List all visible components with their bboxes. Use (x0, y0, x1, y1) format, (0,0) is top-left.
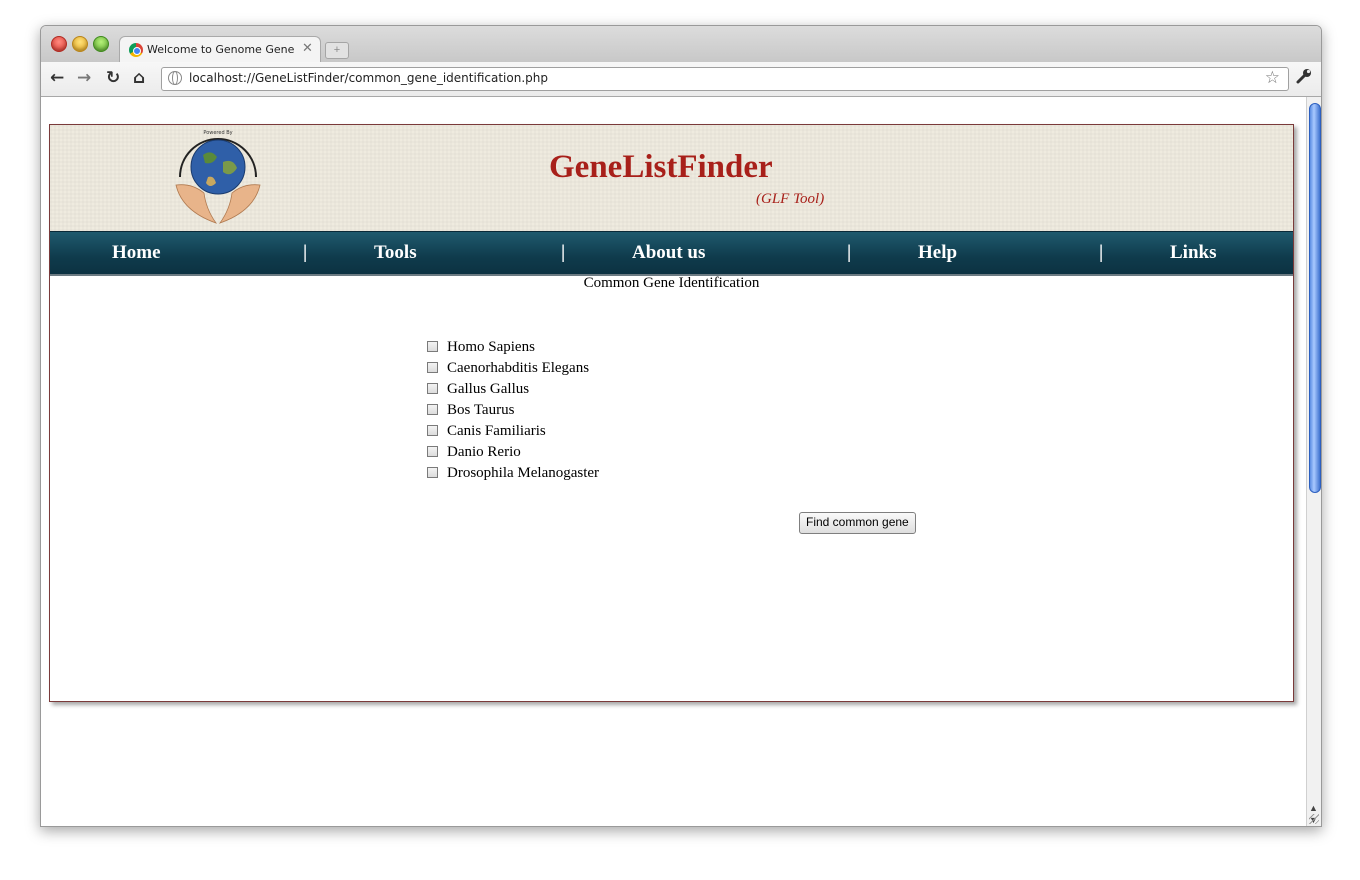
species-label: Gallus Gallus (447, 381, 530, 397)
species-label: Caenorhabditis Elegans (447, 360, 590, 376)
species-checkbox[interactable] (427, 404, 438, 415)
main-menu: Home | Tools | About us | Help | Links (50, 231, 1293, 276)
menu-separator: | (1099, 242, 1104, 263)
species-checkbox[interactable] (427, 425, 438, 436)
species-label: Canis Familiaris (447, 423, 546, 439)
back-arrow-icon[interactable]: ← (50, 68, 64, 88)
species-label: Bos Taurus (447, 402, 515, 418)
page-viewport: Powered By GeneListFinder (GLF Tool) Hom… (41, 97, 1306, 826)
menu-item-tools[interactable]: Tools (374, 242, 417, 264)
species-checkbox[interactable] (427, 362, 438, 373)
vertical-scrollbar[interactable]: ▲ ▼ (1306, 97, 1321, 826)
browser-window: Welcome to Genome Gene List Fi ✕ + ← → ↻… (40, 25, 1322, 827)
site-container: Powered By GeneListFinder (GLF Tool) Hom… (49, 124, 1294, 702)
new-tab-button[interactable]: + (325, 42, 349, 59)
species-label: Drosophila Melanogaster (447, 465, 600, 481)
menu-separator: | (847, 242, 852, 263)
minimize-window-button[interactable] (72, 36, 88, 52)
logo-text: Powered By (203, 130, 232, 136)
resize-grip-icon[interactable] (1309, 814, 1319, 824)
menu-item-help[interactable]: Help (918, 242, 957, 264)
page-title: Common Gene Identification (583, 275, 760, 291)
browser-tab[interactable]: Welcome to Genome Gene List Fi ✕ (119, 36, 321, 63)
tab-title: Welcome to Genome Gene List Fi (147, 43, 297, 56)
home-icon[interactable]: ⌂ (133, 68, 145, 88)
zoom-window-button[interactable] (93, 36, 109, 52)
tab-close-icon[interactable]: ✕ (302, 41, 313, 56)
site-title: GeneListFinder (549, 149, 773, 185)
species-checkbox[interactable] (427, 467, 438, 478)
species-checkbox[interactable] (427, 383, 438, 394)
species-label: Danio Rerio (447, 444, 521, 460)
menu-separator: | (561, 242, 566, 263)
find-common-gene-button[interactable]: Find common gene (799, 512, 916, 534)
tab-bar: Welcome to Genome Gene List Fi ✕ + (41, 26, 1321, 63)
species-checkbox[interactable] (427, 446, 438, 457)
close-window-button[interactable] (51, 36, 67, 52)
wrench-icon (1296, 69, 1311, 84)
address-bar[interactable]: localhost://GeneListFinder/common_gene_i… (161, 67, 1289, 91)
forward-arrow-icon[interactable]: → (77, 68, 91, 88)
chrome-favicon-icon (129, 43, 143, 57)
globe-icon (168, 71, 182, 85)
species-label: Homo Sapiens (447, 339, 535, 355)
earth-hands-logo: Powered By (168, 127, 268, 227)
species-checkbox[interactable] (427, 341, 438, 352)
browser-toolbar: ← → ↻ ⌂ localhost://GeneListFinder/commo… (41, 62, 1321, 97)
menu-item-home[interactable]: Home (112, 242, 161, 264)
scroll-up-arrow-icon[interactable]: ▲ (1309, 803, 1318, 813)
scrollbar-thumb[interactable] (1309, 103, 1321, 493)
menu-item-links[interactable]: Links (1170, 242, 1216, 264)
wrench-menu-icon[interactable] (1295, 67, 1313, 90)
url-text[interactable]: localhost://GeneListFinder/common_gene_i… (189, 71, 548, 85)
menu-item-about-us[interactable]: About us (632, 242, 705, 264)
site-banner: Powered By GeneListFinder (GLF Tool) (50, 125, 1293, 231)
reload-icon[interactable]: ↻ (106, 68, 120, 88)
menu-separator: | (303, 242, 308, 263)
site-subtitle: (GLF Tool) (756, 191, 825, 207)
bookmark-star-icon[interactable]: ☆ (1265, 68, 1280, 88)
